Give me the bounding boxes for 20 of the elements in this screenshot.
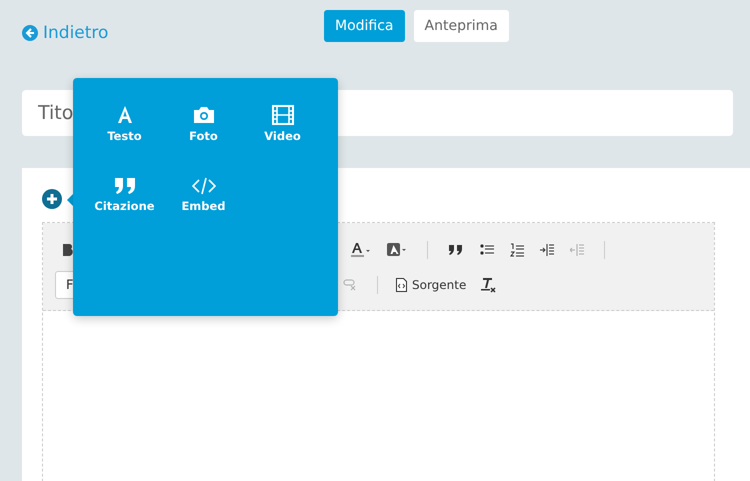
mode-tab[interactable]: Anteprima bbox=[414, 10, 509, 42]
mode-tab[interactable]: Modifica bbox=[324, 10, 405, 42]
source-file-icon bbox=[396, 278, 407, 292]
code-icon bbox=[190, 176, 216, 196]
background-color-icon[interactable] bbox=[387, 242, 407, 258]
film-icon bbox=[270, 104, 294, 126]
indent-icon[interactable] bbox=[540, 243, 554, 257]
add-block-icon[interactable] bbox=[42, 189, 62, 209]
bold-icon[interactable] bbox=[63, 244, 73, 256]
numbered-list-icon[interactable] bbox=[510, 243, 524, 257]
quote-icon bbox=[114, 176, 136, 196]
insert-menu-item[interactable]: Citazione bbox=[85, 176, 164, 226]
bulleted-list-icon[interactable] bbox=[480, 244, 494, 256]
back-link[interactable]: Indietro bbox=[22, 23, 108, 43]
insert-menu-item[interactable]: Embed bbox=[164, 176, 243, 226]
text-color-icon[interactable] bbox=[351, 242, 371, 258]
quote-icon[interactable] bbox=[448, 245, 464, 255]
camera-icon bbox=[192, 104, 216, 126]
remove-format-icon[interactable] bbox=[480, 277, 496, 293]
source-button[interactable]: Sorgente bbox=[390, 278, 472, 292]
